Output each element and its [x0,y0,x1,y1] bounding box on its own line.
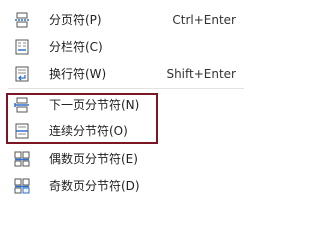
menu-divider [8,88,244,89]
menu-item-label: 偶数页分节符(E) [49,152,138,166]
menu-item-label: 分栏符(C) [49,40,103,54]
line-break-icon [14,66,30,82]
odd-page-section-break-icon [14,178,30,194]
menu-item-shortcut: Shift+Enter [166,67,236,81]
menu-item-shortcut: Ctrl+Enter [172,13,236,27]
column-break-icon [14,39,30,55]
insert-break-menu: 分页符(P) Ctrl+Enter 分栏符(C) 换行符(W) Shift+En… [0,0,252,212]
menu-item-even-page-section-break[interactable]: 偶数页分节符(E) [0,147,252,171]
menu-item-line-break[interactable]: 换行符(W) Shift+Enter [0,62,252,86]
menu-item-label: 分页符(P) [49,13,102,27]
highlight-annotation-box [6,93,158,144]
menu-item-odd-page-section-break[interactable]: 奇数页分节符(D) [0,174,252,198]
menu-item-label: 奇数页分节符(D) [49,179,140,193]
page-break-icon [14,12,30,28]
menu-item-label: 换行符(W) [49,67,107,81]
menu-item-column-break[interactable]: 分栏符(C) [0,35,252,59]
menu-item-page-break[interactable]: 分页符(P) Ctrl+Enter [0,8,252,32]
even-page-section-break-icon [14,151,30,167]
